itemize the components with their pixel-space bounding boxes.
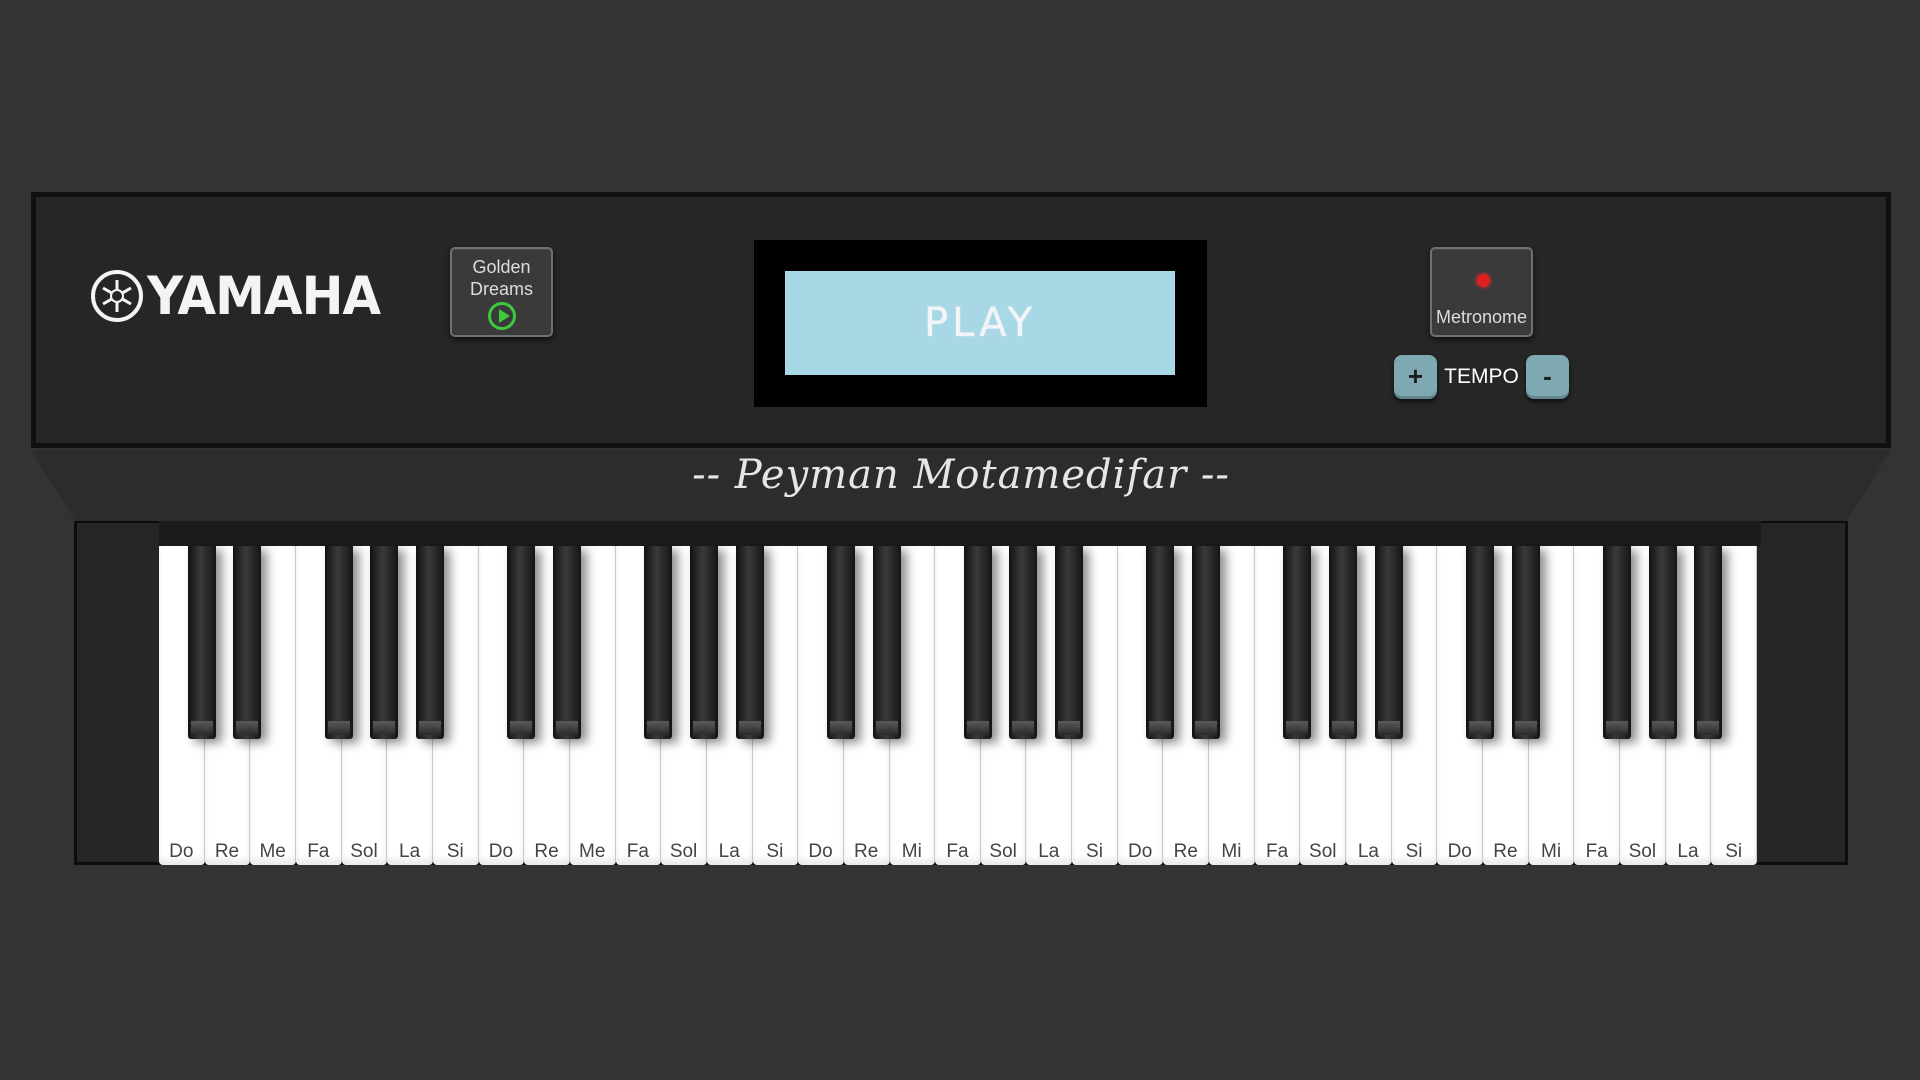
- song-title-line2: Dreams: [469, 279, 533, 299]
- song-title-line1: Golden: [472, 257, 531, 277]
- control-panel: YAMAHA Golden Dreams PLAY Metronome + TE…: [31, 192, 1891, 448]
- keys-backing: [159, 521, 1761, 547]
- black-key[interactable]: [507, 546, 536, 739]
- key-label: Fa: [946, 841, 969, 862]
- key-label: Re: [534, 841, 559, 862]
- black-key[interactable]: [324, 546, 353, 739]
- tempo-control: + TEMPO -: [1394, 354, 1569, 400]
- black-key[interactable]: [644, 546, 673, 739]
- black-key[interactable]: [415, 546, 444, 739]
- play-circle-icon: [487, 302, 516, 330]
- metronome-indicator-icon: [1477, 274, 1490, 287]
- black-key[interactable]: [1009, 546, 1038, 739]
- key-label: Fa: [1585, 841, 1608, 862]
- key-label: Si: [766, 841, 784, 862]
- black-key[interactable]: [963, 546, 992, 739]
- black-key[interactable]: [1146, 546, 1175, 739]
- key-label: Re: [1493, 841, 1518, 862]
- key-label: Do: [1127, 841, 1153, 862]
- key-label: La: [399, 841, 421, 862]
- key-label: Re: [1173, 841, 1198, 862]
- black-key[interactable]: [1192, 546, 1221, 739]
- black-key[interactable]: [1603, 546, 1632, 739]
- black-key[interactable]: [1055, 546, 1084, 739]
- brand-name: YAMAHA: [147, 265, 381, 327]
- black-key[interactable]: [1466, 546, 1495, 739]
- key-label: Re: [214, 841, 240, 862]
- key-label: La: [1677, 841, 1699, 862]
- key-label: Re: [854, 841, 879, 862]
- key-label: Sol: [350, 841, 378, 862]
- golden-dreams-song-button[interactable]: Golden Dreams: [450, 247, 553, 337]
- lcd-display-screen: PLAY: [785, 271, 1175, 375]
- key-label: La: [1038, 841, 1060, 862]
- black-key[interactable]: [689, 546, 718, 739]
- key-label: Do: [1447, 841, 1472, 862]
- key-label: La: [1357, 841, 1379, 862]
- key-label: La: [718, 841, 740, 862]
- black-key[interactable]: [552, 546, 581, 739]
- black-key[interactable]: [233, 546, 262, 739]
- key-label: Mi: [1541, 841, 1562, 862]
- key-label: Mi: [901, 841, 922, 862]
- key-label: Do: [169, 841, 194, 862]
- key-label: Sol: [1628, 841, 1657, 862]
- black-key[interactable]: [826, 546, 855, 739]
- metronome-button[interactable]: Metronome: [1430, 247, 1533, 337]
- key-label: Do: [808, 841, 833, 862]
- key-label: Si: [1725, 841, 1743, 862]
- black-key[interactable]: [1283, 546, 1312, 739]
- key-label: Si: [1405, 841, 1423, 862]
- lcd-display-frame: PLAY: [754, 240, 1207, 407]
- key-label: Me: [259, 841, 286, 862]
- metronome-label: Metronome: [1435, 307, 1528, 327]
- key-label: Mi: [1221, 841, 1242, 862]
- key-label: Me: [579, 841, 606, 862]
- key-label: Si: [1086, 841, 1103, 862]
- key-label: Sol: [989, 841, 1017, 862]
- key-label: Fa: [626, 841, 649, 862]
- key-label: Fa: [307, 841, 330, 862]
- key-label: Sol: [669, 841, 698, 862]
- tuning-fork-emblem-icon: [91, 270, 143, 322]
- display-text: PLAY: [923, 300, 1036, 346]
- signature-text: -- Peyman Motamedifar --: [692, 452, 1230, 498]
- tempo-label: TEMPO: [1444, 365, 1519, 388]
- key-label: Fa: [1266, 841, 1289, 862]
- black-key[interactable]: [1648, 546, 1677, 739]
- brand-logo: YAMAHA: [91, 265, 381, 327]
- black-key[interactable]: [1374, 546, 1403, 739]
- black-key[interactable]: [370, 546, 399, 739]
- tempo-decrease-button[interactable]: -: [1525, 355, 1569, 399]
- key-label: Sol: [1309, 841, 1337, 862]
- key-label: Si: [446, 841, 464, 862]
- black-key[interactable]: [187, 546, 216, 739]
- tempo-increase-button[interactable]: +: [1394, 355, 1437, 399]
- black-key[interactable]: [1329, 546, 1358, 739]
- black-key[interactable]: [1511, 546, 1540, 739]
- black-key[interactable]: [1694, 546, 1723, 739]
- black-key[interactable]: [872, 546, 901, 739]
- black-key[interactable]: [735, 546, 764, 739]
- piano-keyboard: Do Re Me Fa Sol La Si Do Re Me Fa Sol La Si Do Re Mi Fa So…: [159, 546, 1757, 865]
- key-label: Do: [488, 841, 514, 862]
